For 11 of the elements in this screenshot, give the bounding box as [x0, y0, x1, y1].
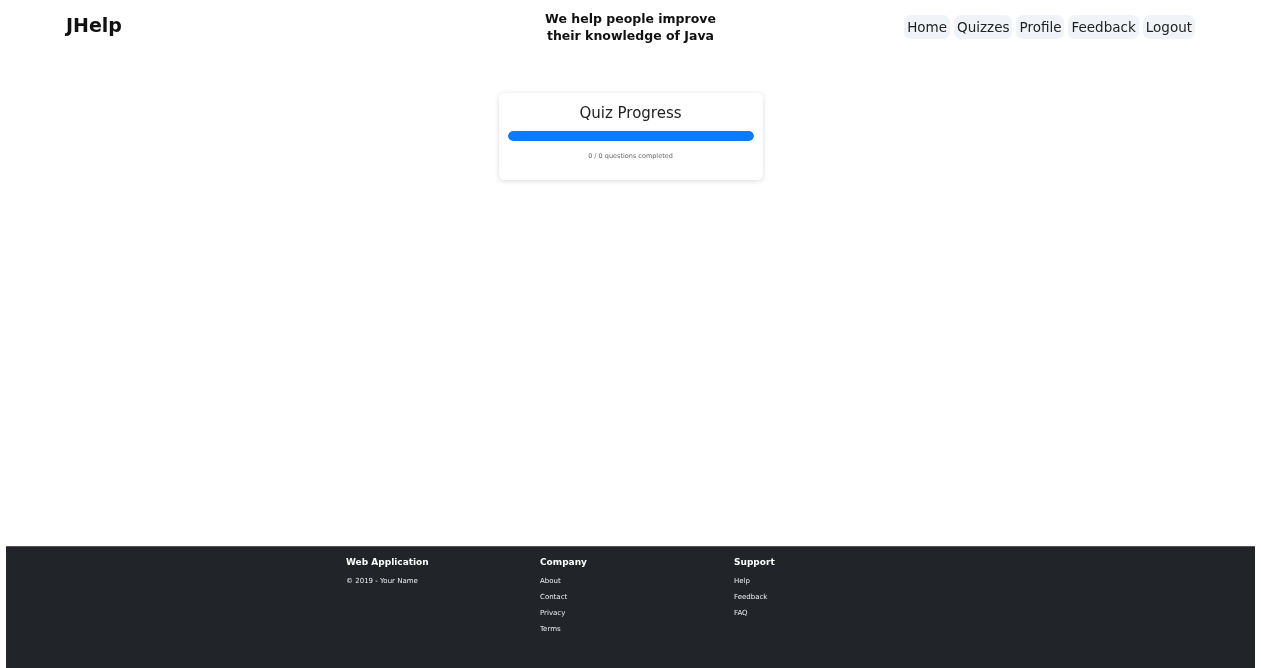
nav-link[interactable]: Feedback [1068, 15, 1139, 39]
footer-heading: Support [734, 557, 776, 567]
tagline: We help people improve their knowledge of Java [544, 10, 717, 44]
nav-link[interactable]: Home [904, 15, 951, 39]
nav-link[interactable]: Logout [1142, 15, 1195, 39]
footer-heading: Web Application [346, 557, 430, 567]
nav-link[interactable]: Quizzes [954, 15, 1013, 39]
card-title: Quiz Progress [579, 104, 682, 122]
nav-link[interactable]: Profile [1016, 15, 1065, 39]
brand-name[interactable]: JHelp [66, 14, 122, 36]
footer-heading: Company [540, 557, 588, 567]
